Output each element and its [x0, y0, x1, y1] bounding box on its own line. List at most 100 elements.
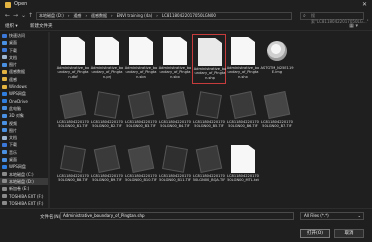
sidebar-item[interactable]: Windows — [0, 83, 49, 90]
sidebar-item[interactable]: TOSHIBA EXT (F:) — [0, 200, 49, 207]
close-button[interactable]: ✕ — [362, 1, 367, 8]
sidebar-item[interactable]: 视频 — [0, 120, 49, 127]
sidebar-item[interactable]: 音乐 — [0, 149, 49, 156]
breadcrumb-item[interactable]: 本地磁盘 (D:) — [39, 13, 64, 18]
folder-icon — [2, 157, 7, 162]
up-icon[interactable]: ↑ — [27, 12, 34, 20]
file-name: LC81180422017050LGN00_B2.TIF — [91, 120, 123, 129]
raster-thumbnail-icon — [162, 145, 188, 173]
window-title: Open — [14, 1, 28, 7]
file-name: LC81180422017050LGN00_B8.TIF — [57, 174, 89, 183]
sidebar-item-label: 本地磁盘 (D:) — [9, 178, 34, 184]
file-item[interactable]: LC81180422017050LGN00_B9.TIF — [90, 142, 124, 192]
sidebar-item[interactable]: 此电脑 — [0, 105, 49, 112]
file-type-select[interactable]: All Files (*.*) ⌄ — [300, 212, 364, 220]
sidebar-item[interactable]: 下载 — [0, 47, 49, 54]
file-item[interactable]: Administrative_boundary_of_Pingtan.prj — [90, 34, 124, 84]
folder-icon — [2, 164, 7, 169]
sidebar-item[interactable]: 图片 — [0, 127, 49, 134]
breadcrumb-separator-icon: › — [111, 13, 113, 18]
file-item[interactable]: Administrative_boundary_of_Pingtan.dbf — [56, 34, 90, 84]
raster-thumbnail-icon — [59, 90, 87, 120]
sidebar-item[interactable]: 遥感 — [0, 76, 49, 83]
folder-icon — [2, 135, 7, 140]
sidebar-item-label: 快速访问 — [9, 33, 25, 38]
file-name: LC81180422017050LGN00_B9.TIF — [91, 174, 123, 183]
filename-input[interactable]: Administrative_boundary_of_Pingtan.shp — [60, 212, 294, 220]
file-item[interactable]: LC81180422017050LGN00_B8.TIF — [56, 142, 90, 192]
breadcrumb-item[interactable]: ENVI training (4a) — [117, 13, 153, 18]
sidebar-item[interactable]: 桌面 — [0, 39, 49, 46]
sidebar-item[interactable]: 下载 — [0, 141, 49, 148]
breadcrumb-separator-icon: › — [156, 13, 158, 18]
file-item[interactable]: LC81180422017050LGN00_B5.TIF — [192, 88, 226, 138]
file-item[interactable]: Administrative_boundary_of_Pingtan.sbx — [158, 34, 192, 84]
folder-icon — [2, 33, 7, 38]
sidebar-item-label: 下载 — [9, 47, 17, 53]
new-folder-button[interactable]: 新建文件夹 — [30, 23, 53, 29]
sidebar-item[interactable]: 图片 — [0, 61, 49, 68]
file-item[interactable]: Administrative_boundary_of_Pingtan.shx — [226, 34, 260, 84]
file-name: LC81180422017050LGN00_B7.TIF — [261, 120, 293, 129]
file-name: LC81180422017050LGN00_B1.TIF — [57, 120, 89, 129]
file-name: LC81180422017050LGN00_B5.TIF — [193, 120, 225, 129]
raster-thumbnail-icon — [263, 90, 291, 120]
file-item[interactable]: LC81180422017050LGN00_BQA.TIF — [192, 142, 226, 192]
sidebar-item-label: TOSHIBA EXT (F:) — [9, 200, 44, 206]
file-item[interactable]: ASTGTM_N25E119E.img — [260, 34, 294, 84]
sidebar-item-label: 文档 — [9, 54, 17, 60]
document-icon — [198, 38, 222, 66]
open-button[interactable]: 打开(O) — [300, 229, 330, 238]
sidebar-item[interactable]: 新加卷 (E:) — [0, 185, 49, 192]
file-item[interactable]: LC81180422017050LGN00_B6.TIF — [226, 88, 260, 138]
breadcrumb-item[interactable]: 遥感数据 — [91, 13, 107, 18]
file-item[interactable]: Administrative_boundary_of_Pingtan.shp — [192, 34, 226, 84]
sidebar-item[interactable]: 3D 对象 — [0, 112, 49, 119]
file-item[interactable]: LC81180422017050LGN00_B10.TIF — [124, 142, 158, 192]
document-icon — [95, 37, 119, 65]
sidebar-item[interactable]: 桌面 — [0, 156, 49, 163]
document-icon — [129, 37, 153, 65]
document-icon — [231, 37, 255, 65]
file-name: LC81180422017050LGN00_B3.TIF — [125, 120, 157, 129]
sidebar-item[interactable]: OneDrive — [0, 98, 49, 105]
sidebar-scrollbar[interactable] — [48, 32, 50, 208]
file-item[interactable]: LC81180422017050LGN00_B11.TIF — [158, 142, 192, 192]
sidebar-item[interactable]: 遥感数据 — [0, 68, 49, 75]
folder-icon — [2, 121, 7, 126]
sidebar-item[interactable]: 快速访问 — [0, 32, 49, 39]
sidebar-item[interactable]: 本地磁盘 (D:) — [0, 177, 49, 186]
sidebar-item-label: 此电脑 — [9, 105, 21, 111]
file-item[interactable]: LC81180422017050LGN00_B7.TIF — [260, 88, 294, 138]
sidebar-item[interactable]: TOSHIBA EXT (F:) — [0, 193, 49, 200]
search-box[interactable]: ⌕ 搜索"LC81180422017050LG..." — [300, 12, 368, 24]
sidebar-item-label: 遥感 — [9, 76, 17, 82]
history-chevron-icon[interactable]: ⌄ — [20, 12, 27, 20]
raster-thumbnail-icon — [229, 90, 257, 120]
organize-button[interactable]: 组织 ▾ — [5, 23, 18, 29]
breadcrumb-item[interactable]: LC81180422017050LGN00 — [162, 13, 216, 18]
back-icon[interactable]: ← — [4, 12, 11, 20]
cancel-button[interactable]: 取消 — [334, 229, 364, 238]
file-name: Administrative_boundary_of_Pingtan.prj — [90, 66, 124, 79]
breadcrumb-item[interactable]: 遥感 — [73, 13, 81, 18]
file-item[interactable]: LC81180422017050LGN00_B1.TIF — [56, 88, 90, 138]
folder-icon — [2, 172, 7, 177]
view-options-icon[interactable]: ▦ ▾ — [349, 23, 358, 29]
forward-icon[interactable]: → — [12, 12, 19, 20]
file-item[interactable]: LC81180422017050LGN00_B4.TIF — [158, 88, 192, 138]
file-name: Administrative_boundary_of_Pingtan.dbf — [56, 66, 90, 79]
file-item[interactable]: LC81180422017050LGN00_B2.TIF — [90, 88, 124, 138]
file-item[interactable]: Administrative_boundary_of_Pingtan.sbn — [124, 34, 158, 84]
sidebar-item[interactable]: WPS网盘 — [0, 90, 49, 97]
sidebar-item[interactable]: 文档 — [0, 134, 49, 141]
file-name: LC81180422017050LGN00_B10.TIF — [125, 174, 157, 183]
sidebar-item[interactable]: 文档 — [0, 54, 49, 61]
sidebar-item[interactable]: 本地磁盘 (C:) — [0, 171, 49, 178]
file-item[interactable]: LC81180422017050LGN00_B3.TIF — [124, 88, 158, 138]
address-bar[interactable]: 本地磁盘 (D:) › 遥感 › 遥感数据 › ENVI training (4a) › LC8… — [36, 12, 292, 20]
file-item[interactable]: LC81180422017050LGN00_MTL.txt — [226, 142, 260, 192]
folder-icon — [2, 91, 7, 96]
sidebar-item[interactable]: WPS网盘 — [0, 163, 49, 170]
sidebar-item-label: 视频 — [9, 120, 17, 126]
